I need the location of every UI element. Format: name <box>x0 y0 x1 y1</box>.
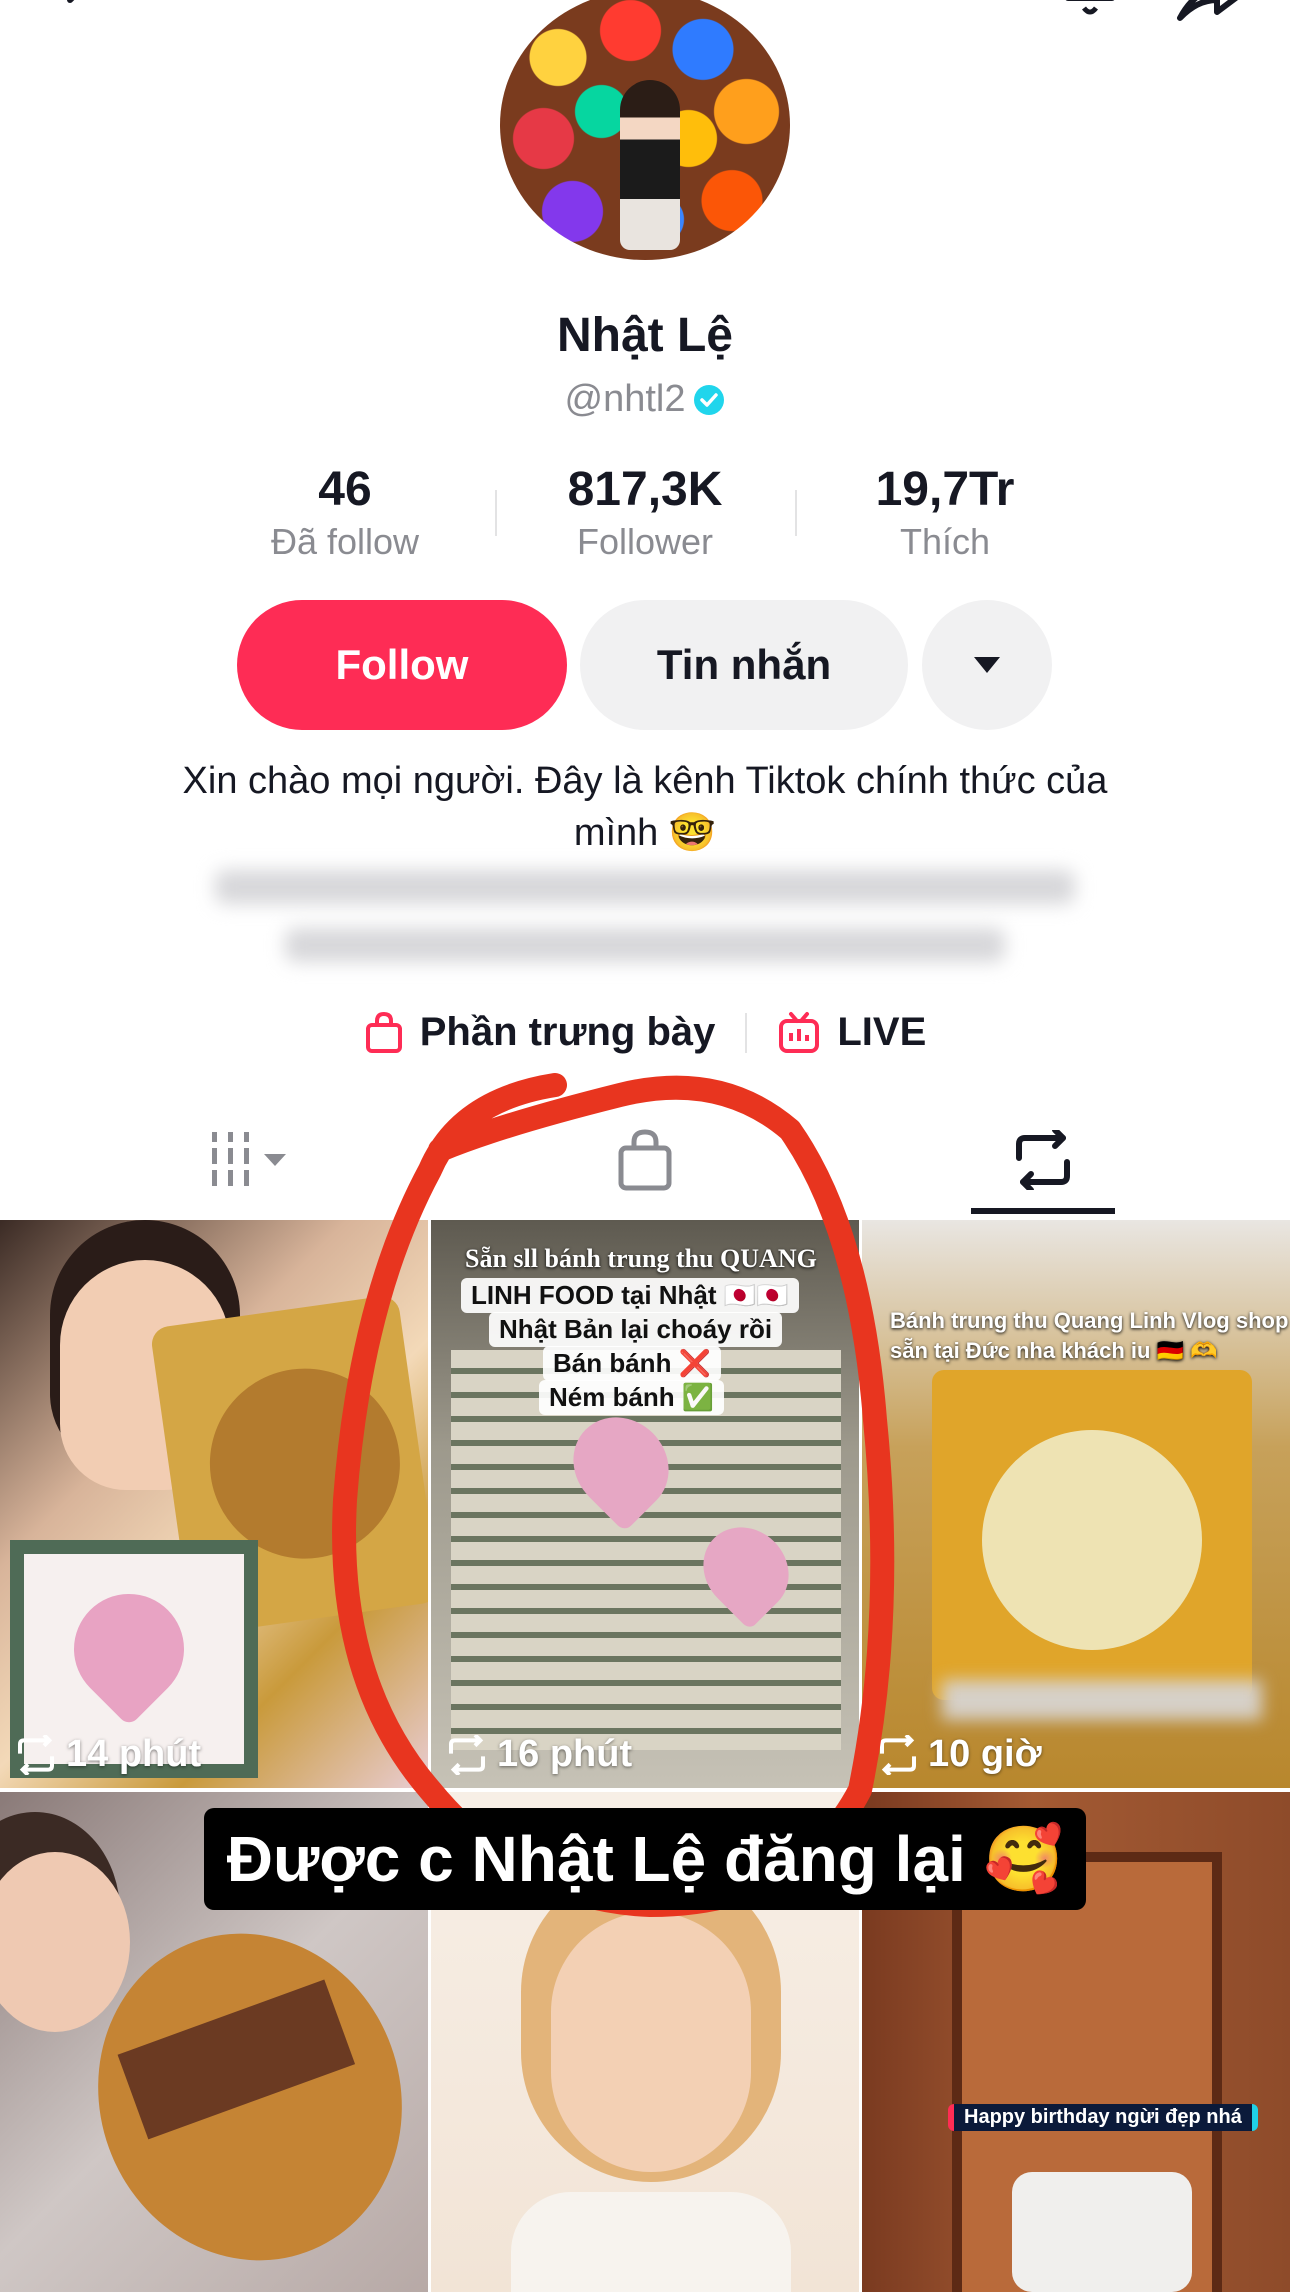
repost-icon <box>18 1734 54 1775</box>
more-options-button[interactable] <box>922 600 1052 730</box>
video-thumbnail-1[interactable]: 14 phút <box>0 1220 428 1788</box>
video-time: 14 phút <box>66 1733 202 1775</box>
followers-stat[interactable]: 817,3K Follower <box>505 462 785 566</box>
overlay-text: Sẵn sll bánh trung thu QUANG <box>465 1244 817 1273</box>
mooncake-tray <box>932 1370 1252 1700</box>
repost-caption: Được c Nhật Lệ đăng lại 🥰 <box>204 1808 1086 1910</box>
blurred-contact <box>215 870 1075 904</box>
links-divider <box>745 1012 748 1053</box>
video-time: 16 phút <box>497 1733 633 1775</box>
overlay-text: Bán bánh ❌ <box>543 1346 722 1381</box>
repost-meta: 14 phút <box>14 1733 201 1776</box>
repost-icon <box>880 1734 916 1775</box>
grid-icon <box>212 1132 286 1186</box>
avatar[interactable] <box>500 0 790 260</box>
mooncake-filling <box>117 1979 356 2140</box>
username: @nhtl2 <box>564 378 686 420</box>
gift-bag <box>1012 2172 1192 2292</box>
tab-reposts[interactable] <box>993 1110 1093 1210</box>
overlay-text: LINH FOOD tại Nhật 🇯🇵🇯🇵 <box>461 1278 799 1313</box>
mooncake <box>197 1356 413 1571</box>
likes-stat[interactable]: 19,7Tr Thích <box>805 462 1085 566</box>
mooncake <box>982 1430 1202 1650</box>
shopping-bag-icon <box>365 1011 402 1053</box>
video-thumbnail-3[interactable]: Bánh trung thu Quang Linh Vlog shop sẵn … <box>862 1220 1290 1788</box>
bio-line-1: Xin chào mọi người. Đây là kênh Tiktok c… <box>182 760 1108 802</box>
showcase-label: Phần trưng bày <box>419 1010 716 1054</box>
bio: Xin chào mọi người. Đây là kênh Tiktok c… <box>100 755 1190 859</box>
video-thumbnail-2[interactable]: Sẵn sll bánh trung thu QUANG LINH FOOD t… <box>431 1220 859 1788</box>
showcase-link[interactable]: Phần trưng bày <box>364 1010 716 1055</box>
tab-shop[interactable] <box>595 1110 695 1210</box>
person-figure <box>0 1852 130 2032</box>
lotus-print <box>51 1571 207 1727</box>
overlay-text: Nhật Bản lại choáy rồi <box>489 1312 783 1347</box>
active-tab-indicator <box>971 1208 1115 1214</box>
shopping-bag-icon <box>618 1129 672 1191</box>
username-row: @nhtl2 <box>0 378 1290 421</box>
video-time: 10 giờ <box>928 1733 1042 1775</box>
person-body <box>511 2192 791 2292</box>
tab-videos[interactable] <box>195 1110 305 1210</box>
blurred-link[interactable] <box>285 928 1005 962</box>
person-figure <box>551 1912 751 2172</box>
following-count: 46 <box>318 463 372 516</box>
verified-badge-icon <box>694 384 725 415</box>
following-stat[interactable]: 46 Đã follow <box>205 462 485 566</box>
following-label: Đã follow <box>270 521 420 562</box>
live-tv-icon <box>779 1011 820 1053</box>
followers-label: Follower <box>576 521 714 562</box>
repost-meta: 16 phút <box>445 1733 632 1776</box>
live-link[interactable]: LIVE <box>777 1010 926 1055</box>
follow-button[interactable]: Follow <box>237 600 567 730</box>
live-label: LIVE <box>837 1010 927 1054</box>
repost-icon <box>1016 1130 1070 1190</box>
repost-meta: 10 giờ <box>876 1733 1042 1776</box>
overlay-text: sẵn tại Đức nha khách iu 🇩🇪 🫶 <box>890 1338 1218 1363</box>
message-button[interactable]: Tin nhắn <box>580 600 908 730</box>
stat-divider <box>795 490 797 536</box>
repost-icon <box>449 1734 485 1775</box>
overlay-text: Bánh trung thu Quang Linh Vlog shop <box>890 1308 1289 1333</box>
back-icon[interactable] <box>60 0 100 20</box>
likes-label: Thích <box>899 521 991 562</box>
caret-down-icon <box>974 657 1000 673</box>
blurred-caption <box>942 1680 1262 1720</box>
bell-icon[interactable] <box>1060 0 1120 26</box>
overlay-text: Ném bánh ✅ <box>539 1380 725 1415</box>
profile-links: Phần trưng bày LIVE <box>0 1010 1290 1055</box>
likes-count: 19,7Tr <box>875 463 1015 516</box>
avatar-person <box>620 80 680 250</box>
stat-divider <box>495 490 497 536</box>
bio-line-2: mình 🤓 <box>573 812 717 854</box>
overlay-text: Happy birthday ngừi đẹp nhá <box>948 2104 1258 2131</box>
display-name: Nhật Lệ <box>556 309 733 362</box>
followers-count: 817,3K <box>567 463 723 516</box>
share-icon[interactable] <box>1175 0 1245 24</box>
